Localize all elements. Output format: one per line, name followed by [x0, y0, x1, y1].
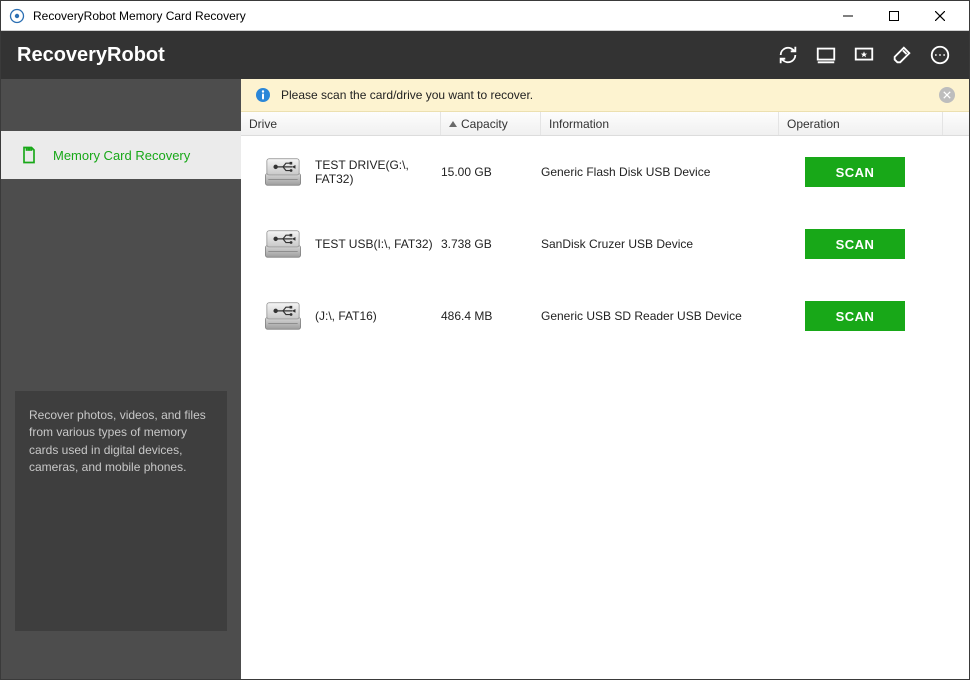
notice-close-button[interactable]	[939, 87, 955, 103]
maximize-button[interactable]	[871, 1, 917, 30]
usb-drive-icon	[261, 154, 305, 190]
cell-information: Generic USB SD Reader USB Device	[541, 309, 779, 323]
close-button[interactable]	[917, 1, 963, 30]
sidebar-spacer	[1, 79, 241, 131]
feedback-icon[interactable]	[851, 42, 877, 68]
titlebar: RecoveryRobot Memory Card Recovery	[1, 1, 969, 31]
cell-drive: (J:\, FAT16)	[261, 298, 441, 334]
table-row: (J:\, FAT16) 486.4 MB Generic USB SD Rea…	[241, 280, 969, 352]
cell-drive: TEST DRIVE(G:\, FAT32)	[261, 154, 441, 190]
cell-capacity: 3.738 GB	[441, 237, 541, 251]
cell-capacity: 486.4 MB	[441, 309, 541, 323]
sidebar-info-panel: Recover photos, videos, and files from v…	[15, 391, 227, 631]
scan-button[interactable]: SCAN	[805, 301, 905, 331]
col-header-label: Operation	[787, 117, 840, 131]
col-header-label: Information	[549, 117, 609, 131]
scan-button[interactable]: SCAN	[805, 229, 905, 259]
col-header-end	[943, 112, 969, 135]
usb-drive-icon	[261, 226, 305, 262]
col-header-label: Drive	[249, 117, 277, 131]
main-panel: Please scan the card/drive you want to r…	[241, 79, 969, 679]
usb-drive-icon	[261, 298, 305, 334]
window-title: RecoveryRobot Memory Card Recovery	[33, 9, 825, 23]
col-header-capacity[interactable]: Capacity	[441, 112, 541, 135]
sort-asc-icon	[449, 121, 457, 127]
table-body: TEST DRIVE(G:\, FAT32) 15.00 GB Generic …	[241, 136, 969, 679]
window-controls	[825, 1, 963, 30]
app-window: RecoveryRobot Memory Card Recovery Recov…	[0, 0, 970, 680]
minimize-button[interactable]	[825, 1, 871, 30]
sidebar-flex	[1, 179, 241, 391]
notice-bar: Please scan the card/drive you want to r…	[241, 79, 969, 112]
scan-button[interactable]: SCAN	[805, 157, 905, 187]
table-row: TEST USB(I:\, FAT32) 3.738 GB SanDisk Cr…	[241, 208, 969, 280]
drive-name: TEST DRIVE(G:\, FAT32)	[315, 158, 441, 186]
cell-operation: SCAN	[779, 301, 961, 331]
info-icon	[255, 87, 271, 103]
key-icon[interactable]	[889, 42, 915, 68]
cell-capacity: 15.00 GB	[441, 165, 541, 179]
cell-information: SanDisk Cruzer USB Device	[541, 237, 779, 251]
body: Memory Card Recovery Recover photos, vid…	[1, 79, 969, 679]
drive-table: Drive Capacity Information Operation TES…	[241, 112, 969, 679]
sidebar-info-text: Recover photos, videos, and files from v…	[29, 407, 213, 477]
drive-name: (J:\, FAT16)	[315, 309, 377, 323]
table-row: TEST DRIVE(G:\, FAT32) 15.00 GB Generic …	[241, 136, 969, 208]
col-header-operation[interactable]: Operation	[779, 112, 943, 135]
cell-information: Generic Flash Disk USB Device	[541, 165, 779, 179]
sidebar-item-label: Memory Card Recovery	[53, 148, 190, 163]
cell-operation: SCAN	[779, 157, 961, 187]
drive-name: TEST USB(I:\, FAT32)	[315, 237, 433, 251]
brand-title: RecoveryRobot	[17, 44, 775, 67]
sidebar: Memory Card Recovery Recover photos, vid…	[1, 79, 241, 679]
table-header: Drive Capacity Information Operation	[241, 112, 969, 136]
col-header-information[interactable]: Information	[541, 112, 779, 135]
col-header-drive[interactable]: Drive	[241, 112, 441, 135]
memory-card-icon	[19, 145, 39, 165]
refresh-icon[interactable]	[775, 42, 801, 68]
monitor-icon[interactable]	[813, 42, 839, 68]
app-icon	[9, 8, 25, 24]
cell-drive: TEST USB(I:\, FAT32)	[261, 226, 441, 262]
header-bar: RecoveryRobot	[1, 31, 969, 79]
cell-operation: SCAN	[779, 229, 961, 259]
more-icon[interactable]	[927, 42, 953, 68]
header-toolbar	[775, 42, 953, 68]
sidebar-item-memory-card-recovery[interactable]: Memory Card Recovery	[1, 131, 241, 179]
notice-text: Please scan the card/drive you want to r…	[281, 88, 929, 102]
col-header-label: Capacity	[461, 117, 508, 131]
